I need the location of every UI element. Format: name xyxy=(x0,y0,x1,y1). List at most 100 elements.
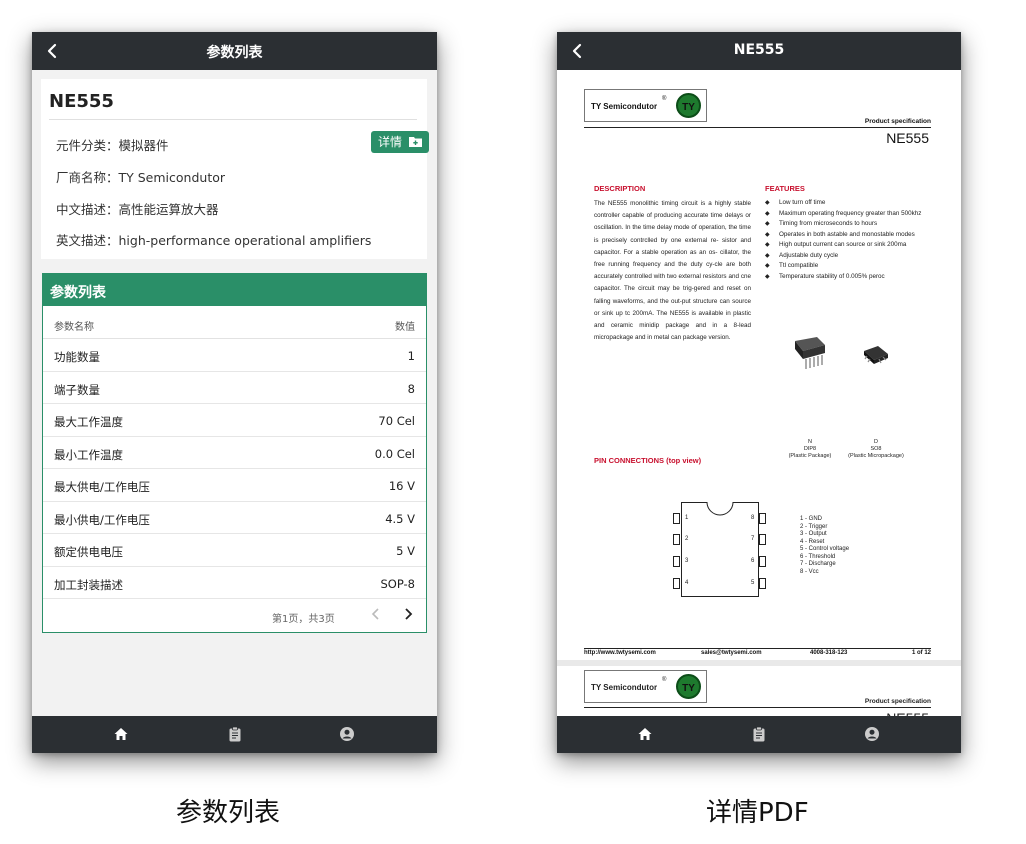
pin-number: 2 xyxy=(685,536,689,542)
top-bar: NE555 xyxy=(557,32,961,70)
category-text: 元件分类：模拟器件 xyxy=(56,138,169,153)
description-title: DESCRIPTION xyxy=(594,184,646,193)
param-name: 最小工作温度 xyxy=(54,447,123,462)
pdf-detail-screen: NE555 TY Semicondutor ® TY Product speci… xyxy=(557,32,961,753)
feature-item: ◆ Timing from microseconds to hours xyxy=(765,219,930,230)
pin-number: 8 xyxy=(751,515,755,521)
part-name: NE555 xyxy=(49,91,114,112)
logo-mark: TY xyxy=(676,93,701,118)
spec-label: Product specification xyxy=(864,118,931,125)
left-caption: 参数列表 xyxy=(176,798,281,828)
diamond-bullet-icon: ◆ xyxy=(765,252,770,259)
param-value: 16 V xyxy=(388,479,415,493)
diamond-bullet-icon: ◆ xyxy=(765,263,770,269)
table-row: 最小供电/工作电压 4.5 V xyxy=(43,502,426,534)
feature-item: ◆ Maximum operating frequency greater tha… xyxy=(765,209,930,220)
table-row: 最小工作温度 0.0 Cel xyxy=(43,437,426,469)
parameter-panel: 参数列表 参数名称 数值 功能数量 1 端子数量 8 最大工作温度 70 Cel 最小… xyxy=(42,273,427,633)
ic-notch xyxy=(706,502,734,516)
pin-number: 1 xyxy=(685,515,689,521)
clipboard-icon[interactable] xyxy=(751,726,767,742)
home-icon[interactable] xyxy=(113,726,129,742)
manufacturer-text: 厂商名称：TY Semicondutor xyxy=(56,170,226,185)
column-value-header: 数值 xyxy=(395,322,415,333)
pin-connections-title: PIN CONNECTIONS (top view) xyxy=(594,456,702,465)
detail-button-label: 详情 xyxy=(378,135,403,149)
so8-label: D SO8 (Plastic Micropackage) xyxy=(848,439,904,459)
company-logo: TY Semicondutor ® TY xyxy=(584,89,707,122)
ic-pin xyxy=(673,578,680,589)
ic-pinout-diagram xyxy=(681,502,759,597)
param-name: 最大工作温度 xyxy=(54,415,123,429)
logo-mark: TY xyxy=(676,674,701,699)
param-name: 额定供电电压 xyxy=(54,545,123,559)
pagination: 第1页，共3页 xyxy=(43,599,426,631)
pin-number: 4 xyxy=(685,580,689,586)
param-name: 端子数量 xyxy=(54,382,100,397)
registered-mark: ® xyxy=(662,96,667,102)
component-info-card: NE555 元件分类：模拟器件 详情 厂商名称：TY Semicondutor … xyxy=(41,79,429,259)
prev-page-icon[interactable] xyxy=(371,608,381,620)
pin-number: 5 xyxy=(751,580,755,586)
right-caption: 详情PDF xyxy=(706,798,809,828)
footer-email: sales@twtysemi.com xyxy=(701,650,762,656)
feature-item: ◆ Temperature stability of 0.005% peroc xyxy=(765,272,930,283)
feature-item: ◆ High output current can source or sink … xyxy=(765,240,930,251)
diamond-bullet-icon: ◆ xyxy=(765,231,770,238)
param-value: SOP-8 xyxy=(380,576,416,591)
dip8-label: N DIP8 (Plastic Package) xyxy=(788,439,832,459)
features-list: ◆ Low turn off time ◆ Maximum operating fr… xyxy=(765,198,930,282)
divider xyxy=(584,707,931,708)
cn-description-text: 中文描述：高性能运算放大器 xyxy=(56,202,219,217)
feature-item: ◆ Low turn off time xyxy=(765,198,930,209)
table-row: 加工封装描述 SOP-8 xyxy=(43,567,426,599)
logo-text: TY Semicondutor xyxy=(591,683,658,692)
ic-pin xyxy=(673,556,680,567)
screen-title: 参数列表 xyxy=(206,45,263,61)
spec-label: Product specification xyxy=(864,698,931,705)
footer-url: http://www.twtysemi.com xyxy=(584,650,656,656)
diamond-bullet-icon: ◆ xyxy=(765,221,770,227)
ic-pin xyxy=(759,534,766,545)
description-body: The NE555 monolithic timing circuit is a… xyxy=(594,200,751,342)
divider xyxy=(584,127,931,128)
param-name: 功能数量 xyxy=(54,350,100,364)
en-description-text: 英文描述：high-performance operational amplif… xyxy=(56,233,372,248)
param-name: 最小供电/工作电压 xyxy=(54,512,150,527)
param-value: 70 Cel xyxy=(378,414,415,428)
diamond-bullet-icon: ◆ xyxy=(765,273,770,280)
pdf-page[interactable]: TY Semicondutor ® TY Product specificati… xyxy=(557,70,961,660)
param-value: 0.0 Cel xyxy=(374,446,415,461)
table-row: 额定供电电压 5 V xyxy=(43,534,426,567)
pdf-part-name: NE555 xyxy=(886,130,929,146)
folder-plus-icon xyxy=(409,137,422,147)
param-value: 5 V xyxy=(396,544,415,558)
clipboard-icon[interactable] xyxy=(227,726,243,742)
registered-mark: ® xyxy=(662,677,667,683)
pin-legend: 1 - GND 2 - Trigger 3 - Output 4 - Reset… xyxy=(800,516,850,575)
table-row: 功能数量 1 xyxy=(43,339,426,372)
parameter-list-screen: 参数列表 NE555 元件分类：模拟器件 详情 厂商名称：TY Semicond… xyxy=(32,32,437,753)
table-row: 最大供电/工作电压 16 V xyxy=(43,469,426,502)
dip8-package-image xyxy=(795,337,825,369)
feature-item: ◆ Operates in both astable and monostable… xyxy=(765,230,930,241)
pin-number: 6 xyxy=(751,558,755,564)
diamond-bullet-icon: ◆ xyxy=(765,200,770,206)
pin-number: 7 xyxy=(751,536,755,542)
home-icon[interactable] xyxy=(637,726,653,742)
column-name-header: 参数名称 xyxy=(54,322,94,333)
footer-phone: 4008-318-123 xyxy=(810,650,848,656)
feature-item: ◆ Ttl compatible xyxy=(765,261,930,272)
user-icon[interactable] xyxy=(864,726,880,742)
bottom-nav xyxy=(32,716,437,753)
next-page-icon[interactable] xyxy=(403,608,413,620)
ic-pin xyxy=(759,556,766,567)
table-header: 参数名称 数值 xyxy=(43,306,426,339)
detail-button[interactable]: 详情 xyxy=(371,131,429,153)
feature-item: ◆ Adjustable duty cycle xyxy=(765,251,930,262)
user-icon[interactable] xyxy=(339,726,355,742)
diamond-bullet-icon: ◆ xyxy=(765,242,770,248)
ic-pin xyxy=(673,534,680,545)
top-bar: 参数列表 xyxy=(32,32,437,70)
param-name: 最大供电/工作电压 xyxy=(54,480,150,494)
